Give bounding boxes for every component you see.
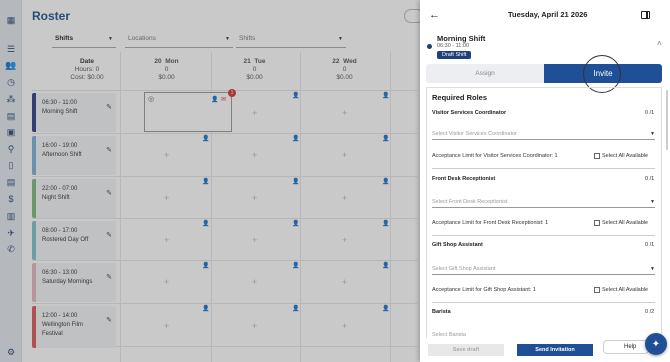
shift-time: 06:30 - 11:00 xyxy=(437,43,470,49)
checkbox-icon xyxy=(594,153,600,159)
divider xyxy=(432,235,655,236)
required-roles-title: Required Roles xyxy=(432,93,488,102)
status-badge: Draft Shift xyxy=(437,51,472,59)
acceptance-limit-label: Acceptance Limit for Gift Shop Assistant… xyxy=(432,287,532,293)
chevron-up-icon[interactable]: ˄ xyxy=(657,39,662,48)
back-arrow-icon[interactable]: ← xyxy=(429,9,440,21)
acceptance-limit-value[interactable]: 1 xyxy=(554,153,557,159)
divider xyxy=(432,302,655,303)
tab-assign[interactable]: Assign xyxy=(426,64,544,83)
role-title: Visitor Services Coordinator xyxy=(432,110,507,116)
help-label: Help xyxy=(624,344,637,350)
select-all-label: Select All Available xyxy=(602,220,649,226)
chevron-down-icon: ▼ xyxy=(650,265,655,272)
divider xyxy=(432,168,655,169)
role-title: Barista xyxy=(432,309,451,315)
panel-scrollbar[interactable] xyxy=(666,90,668,150)
role-select-placeholder: Select Visitor Services Coordinator xyxy=(432,130,517,137)
role-select-placeholder: Select Gift Shop Assistant xyxy=(432,265,496,272)
panel-layout-toggle-icon[interactable] xyxy=(641,11,650,19)
acceptance-limit-value[interactable]: 1 xyxy=(545,220,548,226)
chevron-down-icon: ▼ xyxy=(650,198,655,205)
role-select-placeholder: Select Barista xyxy=(432,331,466,338)
chevron-down-icon: ▼ xyxy=(650,130,655,137)
shift-color-dot xyxy=(427,44,432,49)
select-all-available-checkbox[interactable]: Select All Available xyxy=(594,287,648,293)
panel-date-title: Tuesday, April 21 2026 xyxy=(508,10,588,19)
checkbox-icon xyxy=(594,287,600,293)
role-title: Front Desk Receptionist xyxy=(432,176,496,182)
role-select-dropdown[interactable]: Select Visitor Services Coordinator ▼ xyxy=(432,128,655,140)
shift-name: Morning Shift xyxy=(437,34,486,43)
send-invitation-button[interactable]: Send Invitation xyxy=(517,344,593,356)
acceptance-limit: Acceptance Limit for Front Desk Receptio… xyxy=(432,220,548,226)
role-select-dropdown[interactable]: Select Gift Shop Assistant ▼ xyxy=(432,263,655,275)
acceptance-limit-label: Acceptance Limit for Front Desk Receptio… xyxy=(432,220,544,226)
help-button[interactable]: Help xyxy=(603,340,649,354)
modal-backdrop[interactable] xyxy=(0,0,420,362)
role-count: 0 /2 xyxy=(645,309,655,315)
acceptance-limit-label: Acceptance Limit for Visitor Services Co… xyxy=(432,153,553,159)
role-count: 0 /1 xyxy=(645,242,655,248)
role-select-dropdown[interactable]: Select Front Desk Receptionist ▼ xyxy=(432,196,655,208)
select-all-available-checkbox[interactable]: Select All Available xyxy=(594,220,648,226)
role-select-placeholder: Select Front Desk Receptionist xyxy=(432,198,508,205)
role-count: 0 /1 xyxy=(645,110,655,116)
select-all-label: Select All Available xyxy=(602,287,649,293)
select-all-available-checkbox[interactable]: Select All Available xyxy=(594,153,648,159)
role-title: Gift Shop Assistant xyxy=(432,242,483,248)
acceptance-limit: Acceptance Limit for Gift Shop Assistant… xyxy=(432,287,536,293)
checkbox-icon xyxy=(594,220,600,226)
acceptance-limit-value[interactable]: 1 xyxy=(533,287,536,293)
save-draft-button[interactable]: Save draft xyxy=(428,344,504,356)
role-count: 0 /1 xyxy=(645,176,655,182)
select-all-label: Select All Available xyxy=(602,153,649,159)
acceptance-limit: Acceptance Limit for Visitor Services Co… xyxy=(432,153,558,159)
shift-detail-panel: ← Tuesday, April 21 2026 Morning Shift 0… xyxy=(420,0,670,362)
ai-assistant-sparkle-icon[interactable]: ✦ xyxy=(645,333,667,355)
